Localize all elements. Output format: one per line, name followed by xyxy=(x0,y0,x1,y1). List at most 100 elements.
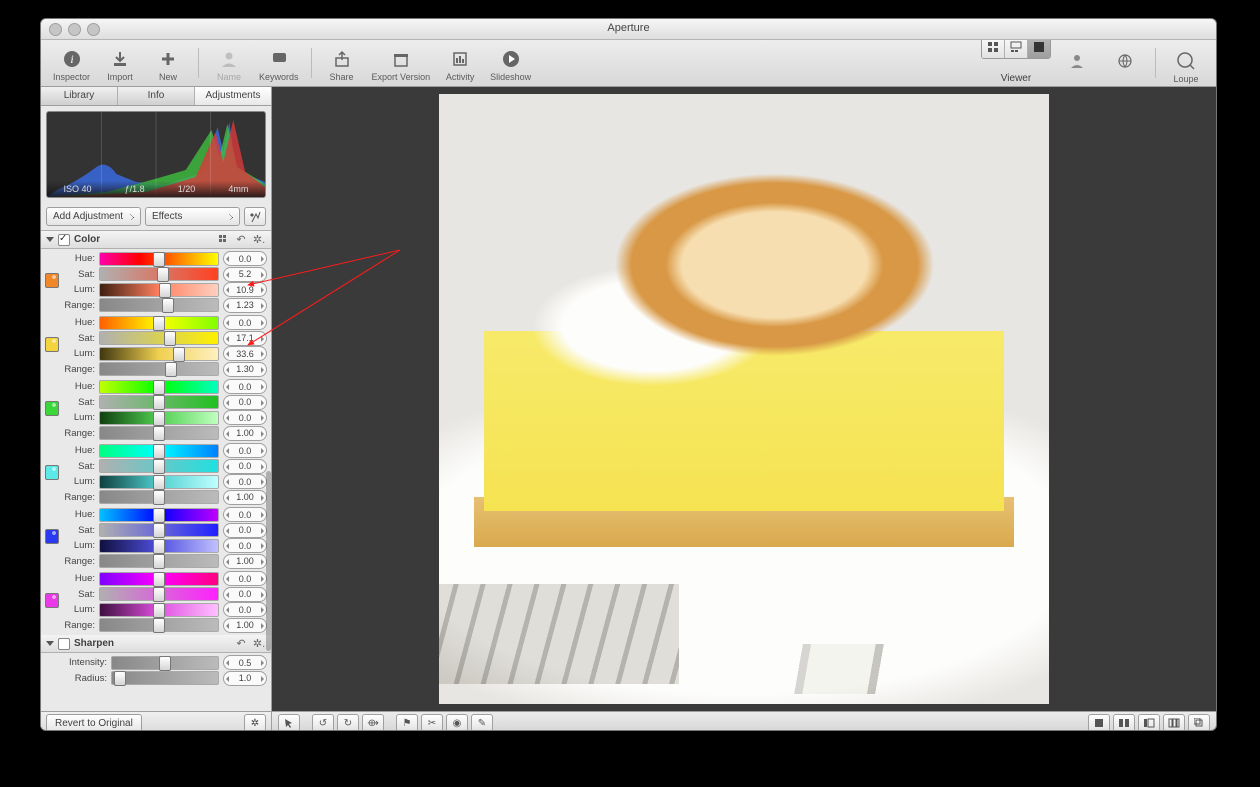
range-value-5[interactable]: 1.00 xyxy=(223,618,267,633)
adjustment-scroll[interactable]: Color ↶ ✲. Hue: 0.0 Sat: xyxy=(41,230,271,711)
name-tool[interactable]: Name xyxy=(207,48,251,84)
lum-slider-3[interactable] xyxy=(99,475,219,489)
sat-slider-3[interactable] xyxy=(99,459,219,473)
sharpen-panel-header[interactable]: Sharpen ↶ ✲. xyxy=(41,635,271,653)
lum-slider-0[interactable] xyxy=(99,283,219,297)
color-swatch-3[interactable] xyxy=(45,465,59,480)
sat-slider-4[interactable] xyxy=(99,523,219,537)
hue-slider-0[interactable] xyxy=(99,252,219,266)
sat-value-2[interactable]: 0.0 xyxy=(223,395,267,410)
lum-slider-2[interactable] xyxy=(99,411,219,425)
add-adjustment-dropdown[interactable]: Add Adjustment xyxy=(46,207,141,226)
color-reset-icon[interactable]: ↶ xyxy=(234,233,248,247)
color-swatch-1[interactable] xyxy=(45,337,59,352)
web-tool[interactable] xyxy=(1103,50,1147,84)
revert-button[interactable]: Revert to Original xyxy=(46,714,142,732)
viewer-compare-icon[interactable] xyxy=(1113,714,1135,731)
loupe-tool[interactable]: Loupe xyxy=(1164,50,1208,84)
crop-icon[interactable]: ✂ xyxy=(421,714,443,731)
hue-value-2[interactable]: 0.0 xyxy=(223,379,267,394)
import-tool[interactable]: Import xyxy=(98,48,142,84)
rotate-cw-icon[interactable]: ↻ xyxy=(337,714,359,731)
lum-value-0[interactable]: 10.9 xyxy=(223,282,267,297)
cursor-tool-icon[interactable] xyxy=(278,714,300,731)
range-value-4[interactable]: 1.00 xyxy=(223,554,267,569)
auto-enhance-button[interactable] xyxy=(244,207,266,226)
range-slider-3[interactable] xyxy=(99,490,219,504)
hue-slider-4[interactable] xyxy=(99,508,219,522)
range-value-0[interactable]: 1.23 xyxy=(223,298,267,313)
rotate-ccw-icon[interactable]: ↺ xyxy=(312,714,334,731)
range-value-1[interactable]: 1.30 xyxy=(223,362,267,377)
sat-slider-1[interactable] xyxy=(99,331,219,345)
sat-value-3[interactable]: 0.0 xyxy=(223,459,267,474)
straighten-icon[interactable]: ⟴ xyxy=(362,714,384,731)
viewer-primary-icon[interactable] xyxy=(1138,714,1160,731)
color-swatch-5[interactable] xyxy=(45,593,59,608)
sat-slider-0[interactable] xyxy=(99,267,219,281)
hue-value-1[interactable]: 0.0 xyxy=(223,315,267,330)
retouch-icon[interactable]: ✎ xyxy=(471,714,493,731)
color-view-icon[interactable] xyxy=(216,233,230,247)
sat-value-5[interactable]: 0.0 xyxy=(223,587,267,602)
photo-preview[interactable] xyxy=(439,94,1049,704)
hue-value-3[interactable]: 0.0 xyxy=(223,443,267,458)
range-slider-0[interactable] xyxy=(99,298,219,312)
sat-slider-5[interactable] xyxy=(99,587,219,601)
hue-value-4[interactable]: 0.0 xyxy=(223,507,267,522)
footer-gear-icon[interactable]: ✲ xyxy=(244,714,266,732)
disclosure-icon[interactable] xyxy=(46,237,54,242)
sharpen-reset-icon[interactable]: ↶ xyxy=(234,637,248,651)
flag-icon[interactable]: ⚑ xyxy=(396,714,418,731)
viewer-three-icon[interactable] xyxy=(1163,714,1185,731)
titlebar[interactable]: Aperture xyxy=(41,19,1216,40)
sat-slider-2[interactable] xyxy=(99,395,219,409)
color-panel-header[interactable]: Color ↶ ✲. xyxy=(41,231,271,249)
color-swatch-2[interactable] xyxy=(45,401,59,416)
lum-slider-5[interactable] xyxy=(99,603,219,617)
range-slider-5[interactable] xyxy=(99,618,219,632)
radius-value[interactable]: 1.0 xyxy=(223,671,267,686)
tab-info[interactable]: Info xyxy=(117,87,194,105)
hue-value-5[interactable]: 0.0 xyxy=(223,571,267,586)
color-swatch-0[interactable] xyxy=(45,273,59,288)
scrollbar[interactable] xyxy=(266,471,271,651)
tab-library[interactable]: Library xyxy=(41,87,117,105)
range-value-3[interactable]: 1.00 xyxy=(223,490,267,505)
color-enabled-checkbox[interactable] xyxy=(58,234,70,246)
new-tool[interactable]: New xyxy=(146,48,190,84)
intensity-value[interactable]: 0.5 xyxy=(223,655,267,670)
viewer-single-icon[interactable] xyxy=(1088,714,1110,731)
share-tool[interactable]: Share xyxy=(320,48,364,84)
viewer-canvas[interactable] xyxy=(272,87,1216,711)
hue-slider-5[interactable] xyxy=(99,572,219,586)
color-gear-icon[interactable]: ✲. xyxy=(252,233,266,247)
slideshow-tool[interactable]: Slideshow xyxy=(486,48,535,84)
color-swatch-4[interactable] xyxy=(45,529,59,544)
export-version-tool[interactable]: Export Version xyxy=(368,48,435,84)
sat-value-1[interactable]: 17.1 xyxy=(223,331,267,346)
sharpen-enabled-checkbox[interactable] xyxy=(58,638,70,650)
viewer-stack-icon[interactable] xyxy=(1188,714,1210,731)
hue-value-0[interactable]: 0.0 xyxy=(223,251,267,266)
inspector-tool[interactable]: iInspector xyxy=(49,48,94,84)
lum-slider-4[interactable] xyxy=(99,539,219,553)
range-slider-1[interactable] xyxy=(99,362,219,376)
sat-value-0[interactable]: 5.2 xyxy=(223,267,267,282)
range-slider-2[interactable] xyxy=(99,426,219,440)
lum-value-1[interactable]: 33.6 xyxy=(223,346,267,361)
sharpen-gear-icon[interactable]: ✲. xyxy=(252,637,266,651)
hue-slider-2[interactable] xyxy=(99,380,219,394)
disclosure-icon[interactable] xyxy=(46,641,54,646)
activity-tool[interactable]: Activity xyxy=(438,48,482,84)
avatar-tool[interactable] xyxy=(1055,50,1099,84)
redeye-icon[interactable]: ◉ xyxy=(446,714,468,731)
sat-value-4[interactable]: 0.0 xyxy=(223,523,267,538)
lum-slider-1[interactable] xyxy=(99,347,219,361)
lum-value-3[interactable]: 0.0 xyxy=(223,474,267,489)
range-slider-4[interactable] xyxy=(99,554,219,568)
lum-value-4[interactable]: 0.0 xyxy=(223,538,267,553)
hue-slider-3[interactable] xyxy=(99,444,219,458)
lum-value-5[interactable]: 0.0 xyxy=(223,602,267,617)
tab-adjustments[interactable]: Adjustments xyxy=(194,87,271,105)
